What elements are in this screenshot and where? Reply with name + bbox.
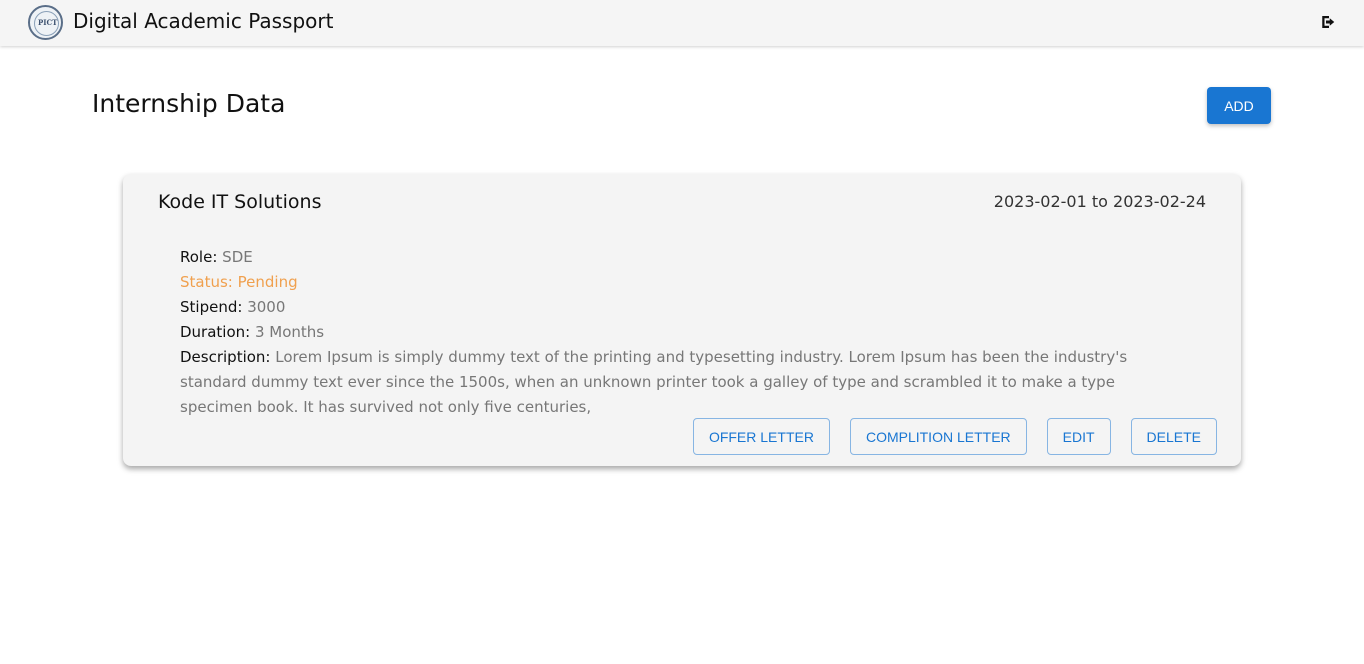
page-title: Internship Data [92, 89, 286, 118]
logout-icon[interactable] [1320, 13, 1338, 31]
duration-row: Duration: 3 Months [180, 320, 1180, 345]
status-row: Status: Pending [180, 270, 1180, 295]
completion-letter-button[interactable]: COMPLITION LETTER [849, 418, 1027, 455]
description-value: Lorem Ipsum is simply dummy text of the … [180, 348, 1128, 416]
internship-details: Role: SDE Status: Pending Stipend: 3000 … [180, 245, 1180, 420]
description-row: Description: Lorem Ipsum is simply dummy… [180, 345, 1180, 420]
edit-button[interactable]: EDIT [1046, 418, 1111, 455]
internship-dates: 2023-02-01 to 2023-02-24 [993, 192, 1206, 211]
role-label: Role: [180, 248, 218, 266]
status-label: Status: [180, 273, 233, 291]
company-name: Kode IT Solutions [158, 191, 322, 213]
role-row: Role: SDE [180, 245, 1180, 270]
internship-card: Kode IT Solutions 2023-02-01 to 2023-02-… [123, 174, 1241, 466]
status-value: Pending [237, 273, 298, 291]
offer-letter-button[interactable]: OFFER LETTER [692, 418, 830, 455]
app-title: Digital Academic Passport [73, 9, 334, 33]
role-value: SDE [222, 248, 253, 266]
delete-button[interactable]: DELETE [1130, 418, 1217, 455]
stipend-label: Stipend: [180, 298, 243, 316]
duration-label: Duration: [180, 323, 251, 341]
logo-text: PICT [38, 18, 58, 27]
card-actions: OFFER LETTER COMPLITION LETTER EDIT DELE… [692, 418, 1217, 455]
top-app-bar: PICT Digital Academic Passport [0, 0, 1364, 46]
stipend-value: 3000 [247, 298, 286, 316]
description-label: Description: [180, 348, 271, 366]
college-logo: PICT [28, 5, 63, 40]
add-button[interactable]: ADD [1207, 87, 1271, 124]
stipend-row: Stipend: 3000 [180, 295, 1180, 320]
duration-value: 3 Months [254, 323, 325, 341]
